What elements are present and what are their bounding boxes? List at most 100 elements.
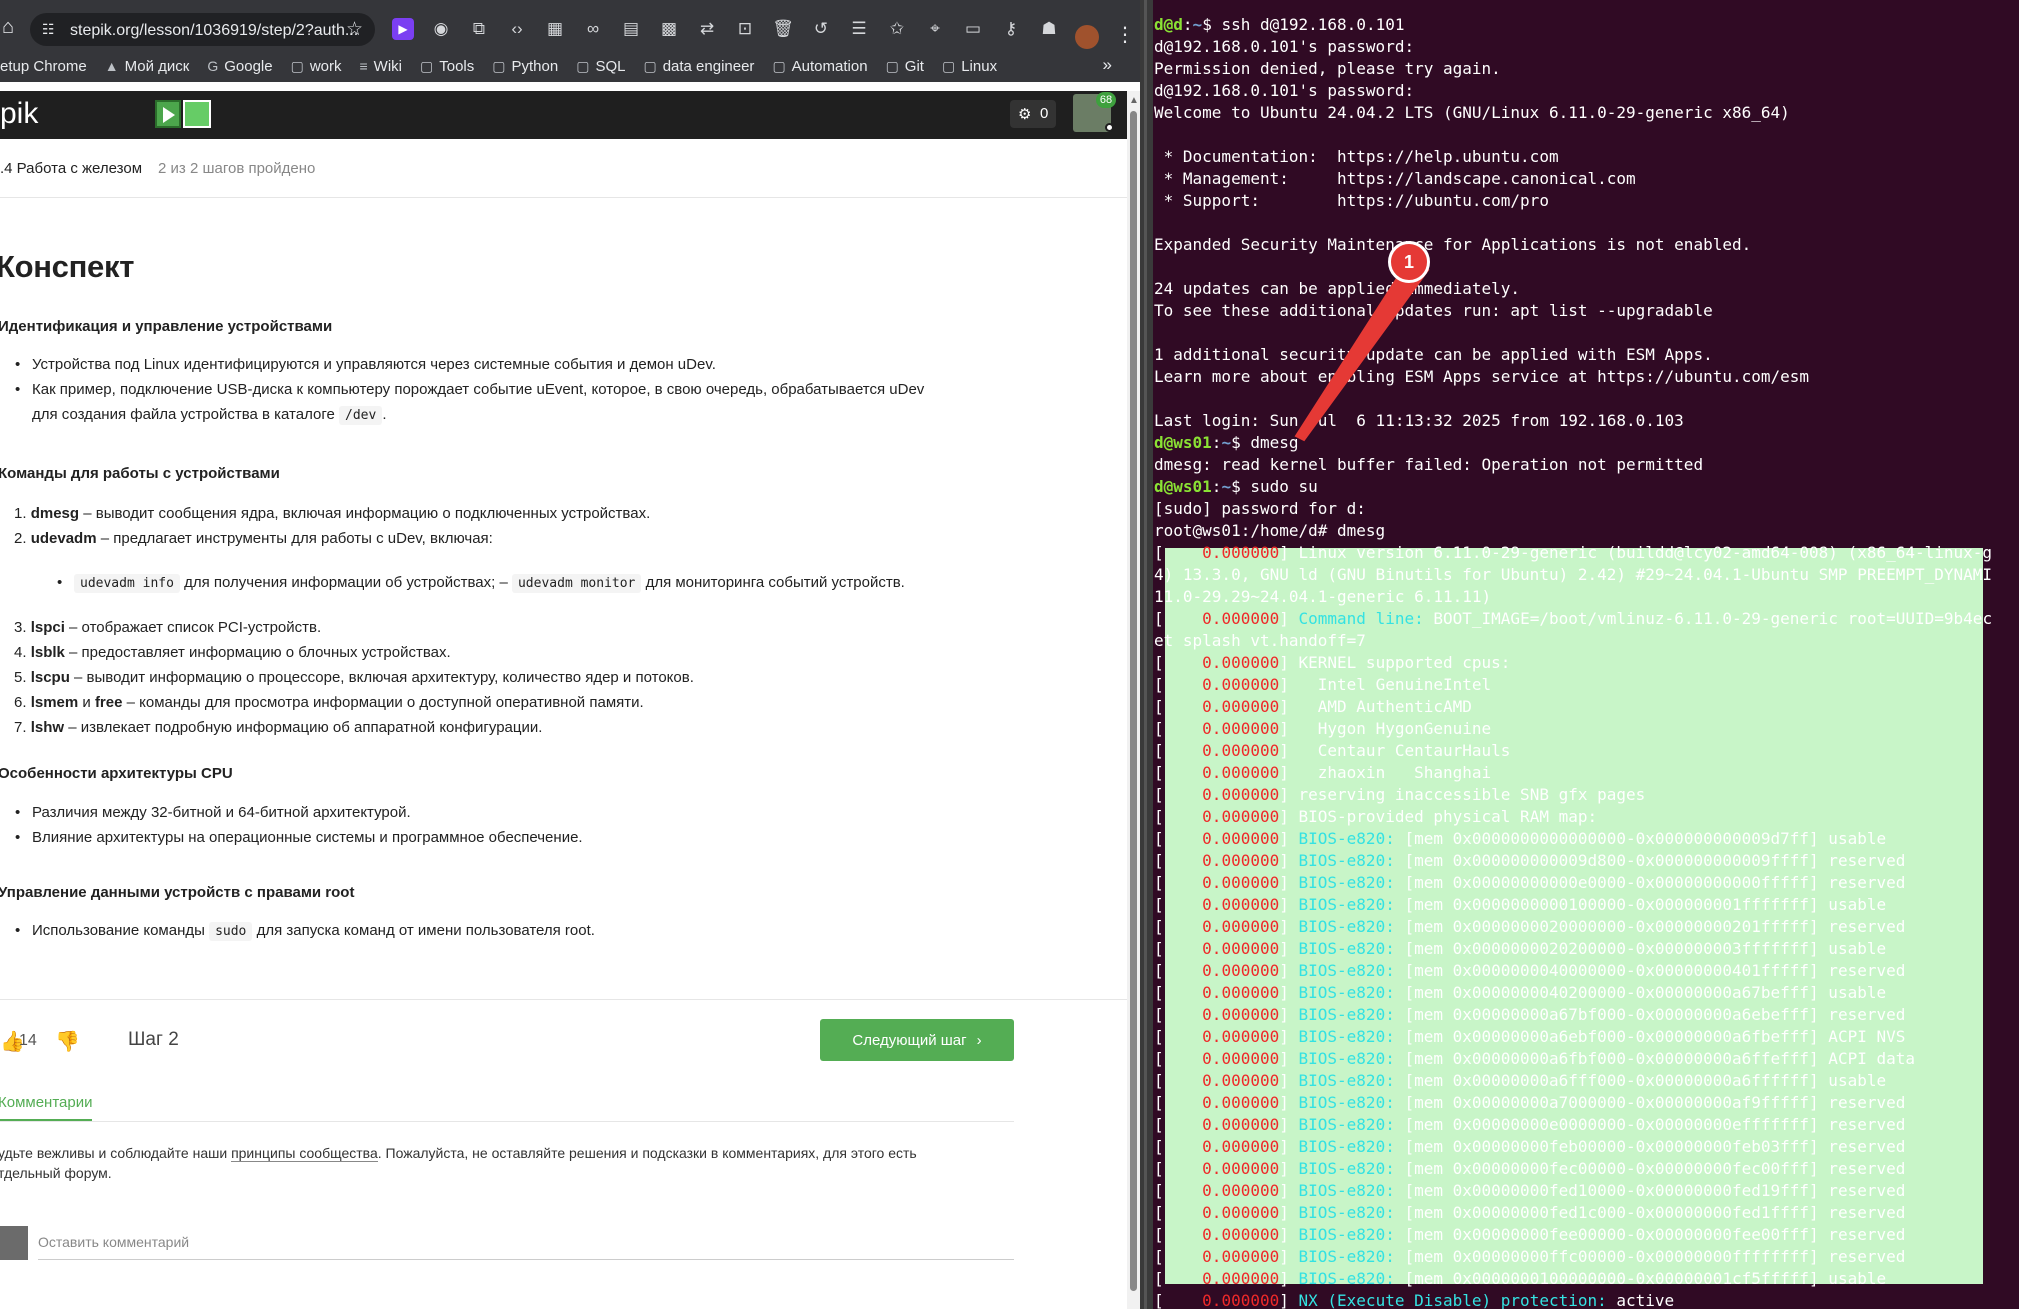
terminal-text: [mem 0x0000000000000000-0x000000000009d7…	[1394, 829, 1887, 848]
terminal-line: Permission denied, please try again.	[1154, 58, 1992, 80]
bookmark-setup-chrome[interactable]: etup Chrome	[0, 58, 87, 75]
thumbs-down-icon[interactable]: 👎	[55, 1029, 80, 1054]
folder-icon: ▢	[492, 57, 506, 74]
terminal-text: [mem 0x0000000020000000-0x00000000201fff…	[1394, 917, 1906, 936]
divider	[0, 1121, 1014, 1122]
link-icon[interactable]: ∞	[582, 18, 604, 40]
terminal-line: [ 0.000000] BIOS-e820: [mem 0x00000000fe…	[1154, 1159, 1906, 1178]
address-bar[interactable]: ☷ stepik.org/lesson/1036919/step/2?auth.…	[30, 13, 375, 46]
bookmark-python[interactable]: ▢ Python	[492, 58, 558, 75]
notifications-button[interactable]: ⚙ 0	[1010, 100, 1056, 128]
terminal-text: et splash vt.handoff=7	[1154, 631, 1366, 650]
terminal-line: [ 0.000000] zhaoxin Shanghai	[1154, 763, 1492, 782]
terminal-text: 24 updates can be applied immediately.	[1154, 279, 1521, 298]
window-divider[interactable]	[1140, 0, 1153, 1309]
folder-icon: ▢	[420, 57, 434, 74]
code-icon[interactable]: ‹›	[506, 18, 528, 40]
step-1-marker[interactable]	[155, 100, 181, 128]
bookmark-google[interactable]: G Google	[207, 58, 272, 75]
section-heading: Особенности архитектуры CPU	[0, 765, 233, 782]
terminal-line: [ 0.000000] BIOS-e820: [mem 0x0000000000…	[1154, 829, 1887, 848]
terminal-line: [ 0.000000] BIOS-e820: [mem 0x0000000040…	[1154, 961, 1906, 980]
prompt-command: dmesg	[1250, 433, 1299, 452]
lesson-progress-badge[interactable]	[155, 100, 211, 128]
list-item: 4. lsblk – предоставляет информацию о бл…	[14, 644, 451, 661]
menu-kebab-icon[interactable]: ⋮	[1115, 22, 1135, 47]
kernel-timestamp: 0.000000	[1163, 1071, 1280, 1090]
star-outline-icon[interactable]: ✩	[886, 18, 908, 40]
reader-icon[interactable]: ▤	[620, 18, 642, 40]
card-icon[interactable]: ▭	[962, 18, 984, 40]
stepik-logo[interactable]: pik	[0, 97, 38, 131]
lesson-title[interactable]: .4 Работа с железом	[0, 160, 142, 177]
terminal-line: [ 0.000000] BIOS-e820: [mem 0x0000000000…	[1154, 851, 1906, 870]
bookmark-wiki[interactable]: ≡ Wiki	[360, 58, 403, 75]
capture-icon[interactable]: ⊡	[734, 18, 756, 40]
terminal-text: 11.0-29.29~24.04.1-generic 6.11.11)	[1154, 587, 1492, 606]
terminal-text: [mem 0x00000000a6fff000-0x00000000a6ffff…	[1394, 1071, 1887, 1090]
kernel-tag: BIOS-e820:	[1298, 1203, 1395, 1222]
kernel-timestamp: 0.000000	[1163, 763, 1280, 782]
list-item: 7. lshw – извлекает подробную информацию…	[14, 719, 543, 736]
terminal-line: [ 0.000000] Centaur CentaurHauls	[1154, 741, 1511, 760]
step-2-marker[interactable]	[183, 100, 211, 128]
url-text[interactable]: stepik.org/lesson/1036919/step/2?auth...	[70, 22, 358, 40]
list-item: 5. lscpu – выводит информацию о процессо…	[14, 669, 694, 686]
list-icon[interactable]: ☰	[848, 18, 870, 40]
profile-avatar[interactable]	[1075, 25, 1099, 49]
drive-icon: ▲	[104, 58, 119, 74]
trash-icon[interactable]: 🗑	[772, 18, 794, 40]
tab-comments[interactable]: Комментарии	[0, 1094, 93, 1121]
terminal-text: Centaur CentaurHauls	[1298, 741, 1511, 760]
location-icon[interactable]: ⌖	[924, 18, 946, 40]
next-step-button[interactable]: Следующий шаг ›	[820, 1019, 1014, 1061]
bookmark-data-engineer[interactable]: ▢ data engineer	[643, 58, 754, 75]
globe-icon[interactable]: ◉	[430, 18, 452, 40]
terminal-line: [ 0.000000] BIOS-e820: [mem 0x0000000040…	[1154, 983, 1887, 1002]
table-icon[interactable]: ▦	[544, 18, 566, 40]
bullet-list: Различия между 32-битной и 64-битной арх…	[15, 800, 583, 850]
scroll-up-icon[interactable]: ▲	[1129, 95, 1139, 106]
kernel-timestamp: 0.000000	[1163, 543, 1280, 562]
kernel-timestamp: 0.000000	[1163, 697, 1280, 716]
prompt-user: d@ws01	[1154, 477, 1212, 496]
site-info-icon[interactable]: ☷	[42, 21, 58, 37]
kernel-timestamp: 0.000000	[1163, 609, 1280, 628]
bookmark-automation[interactable]: ▢ Automation	[772, 58, 867, 75]
community-rules-link[interactable]: принципы сообщества	[231, 1145, 378, 1162]
terminal-text: Intel GenuineIntel	[1298, 675, 1492, 694]
terminal-line: Learn more about enabling ESM Apps servi…	[1154, 366, 1992, 388]
terminal-text: BIOS-provided physical RAM map:	[1298, 807, 1598, 826]
terminal-line: [ 0.000000] BIOS-e820: [mem 0x00000000a6…	[1154, 1049, 1915, 1068]
home-icon[interactable]: ⌂	[2, 17, 20, 37]
bookmark-work[interactable]: ▢ work	[291, 58, 342, 75]
terminal-line: To see these additional updates run: apt…	[1154, 300, 1992, 322]
lesson-bar: .4 Работа с железом 2 из 2 шагов пройден…	[0, 157, 315, 179]
kernel-tag: BIOS-e820:	[1298, 1093, 1395, 1112]
key-icon[interactable]: ⚷	[1000, 18, 1022, 40]
kernel-tag: BIOS-e820:	[1298, 1115, 1395, 1134]
kernel-tag: BIOS-e820:	[1298, 851, 1395, 870]
bookmark-star-icon[interactable]: ☆	[346, 18, 363, 41]
play-icon[interactable]: ▶	[392, 18, 414, 40]
bookmark-tools[interactable]: ▢ Tools	[420, 58, 474, 75]
scrollbar-thumb[interactable]	[1130, 111, 1137, 1291]
comment-input[interactable]: Оставить комментарий	[38, 1230, 1014, 1260]
incognito-icon[interactable]: ☗	[1038, 18, 1060, 40]
puzzle-icon[interactable]: ⧉	[468, 18, 490, 40]
divider	[0, 999, 1127, 1000]
bookmark-linux[interactable]: ▢ Linux	[942, 58, 997, 75]
history-icon[interactable]: ↺	[810, 18, 832, 40]
bookmark-sql[interactable]: ▢ SQL	[576, 58, 625, 75]
terminal-line: [ 0.000000] Linux version 6.11.0-29-gene…	[1154, 543, 1993, 562]
qr-icon[interactable]: ▩	[658, 18, 680, 40]
terminal-window[interactable]: d@d:~$ ssh d@192.168.0.101 d@192.168.0.10…	[1153, 0, 2019, 1309]
terminal-text: root@ws01:/home/d# dmesg	[1154, 521, 1386, 540]
bookmarks-more-button[interactable]: »	[1103, 55, 1112, 75]
translate-icon[interactable]: ⇄	[696, 18, 718, 40]
bookmark-drive[interactable]: ▲ Мой диск	[105, 58, 190, 75]
terminal-text: [mem 0x00000000a67bf000-0x00000000a6ebef…	[1394, 1005, 1906, 1024]
page-scrollbar[interactable]: ▲	[1127, 91, 1140, 1309]
bookmark-git[interactable]: ▢ Git	[886, 58, 924, 75]
